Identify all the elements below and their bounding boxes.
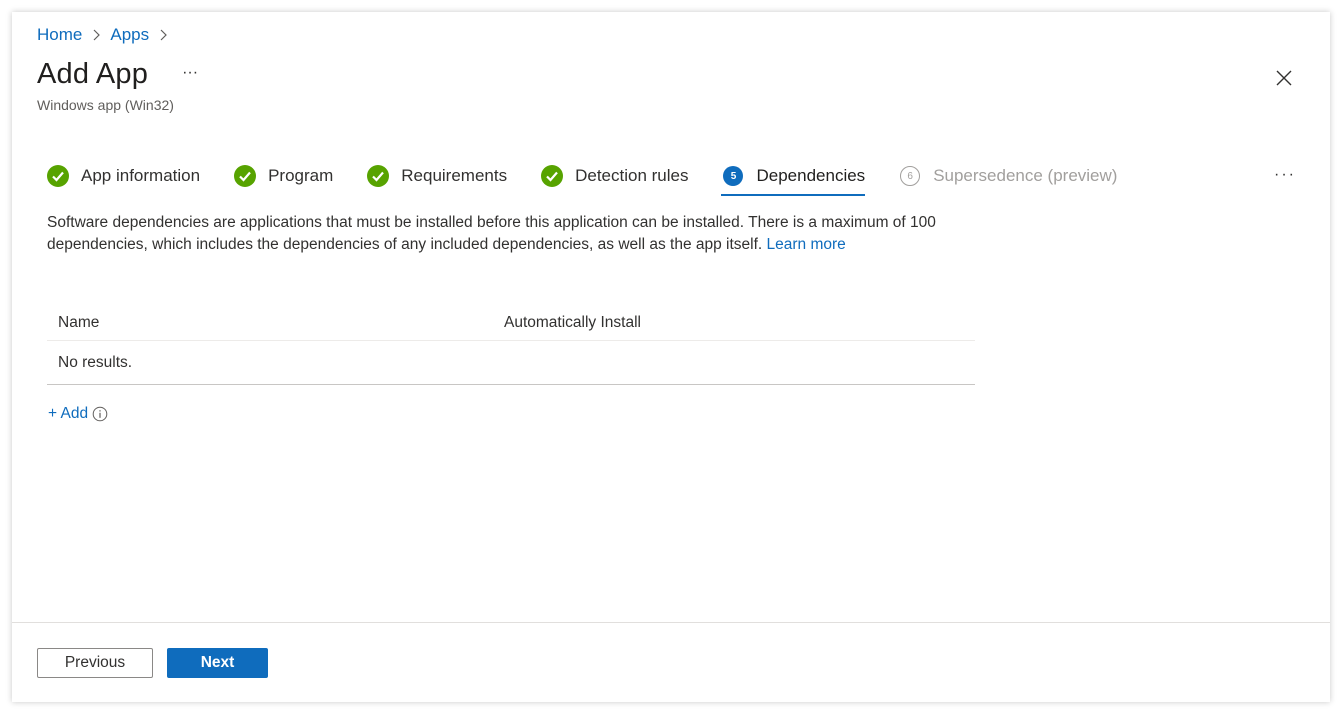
step-label: Supersedence (preview): [933, 166, 1118, 185]
step-label: Detection rules: [575, 166, 689, 185]
title-row: Add App ···: [37, 58, 198, 91]
steps-more-button[interactable]: ···: [1274, 166, 1296, 184]
step-label: App information: [81, 166, 201, 185]
learn-more-link[interactable]: Learn more: [767, 236, 846, 253]
wizard-steps: App information Program Requirements Det…: [47, 160, 1151, 198]
tab-app-information[interactable]: App information: [47, 160, 200, 192]
step-number-badge: 5: [723, 166, 744, 186]
dependencies-table: Name Automatically Install No results.: [47, 306, 975, 385]
add-app-panel: Home Apps Add App ··· Windows app (Win32…: [12, 12, 1330, 702]
step-number-icon: 5: [722, 165, 744, 187]
tab-dependencies[interactable]: 5 Dependencies: [721, 160, 866, 196]
tab-program[interactable]: Program: [234, 160, 333, 192]
column-header-automatically-install[interactable]: Automatically Install: [504, 314, 975, 332]
more-options-button[interactable]: ···: [182, 64, 198, 82]
step-label: Dependencies: [756, 166, 866, 185]
table-header: Name Automatically Install: [47, 306, 975, 341]
breadcrumb: Home Apps: [37, 25, 177, 45]
tab-requirements[interactable]: Requirements: [367, 160, 507, 192]
next-button[interactable]: Next: [167, 648, 268, 678]
close-button[interactable]: [1274, 68, 1294, 88]
add-label: + Add: [48, 405, 89, 422]
wizard-footer: Previous Next: [12, 622, 1330, 703]
checkmark-circle-icon: [367, 165, 390, 187]
info-icon[interactable]: [92, 406, 108, 422]
page-title: Add App: [37, 58, 149, 90]
column-header-name[interactable]: Name: [47, 314, 504, 332]
previous-button[interactable]: Previous: [37, 648, 153, 678]
step-number-badge: 6: [900, 166, 921, 186]
chevron-right-icon: [91, 28, 101, 42]
step-label: Program: [268, 166, 334, 185]
breadcrumb-apps[interactable]: Apps: [110, 25, 149, 45]
checkmark-circle-icon: [47, 165, 69, 187]
breadcrumb-home[interactable]: Home: [37, 25, 82, 45]
page-subtitle: Windows app (Win32): [37, 97, 174, 113]
tab-detection-rules[interactable]: Detection rules: [541, 160, 688, 192]
add-dependency-button[interactable]: + Add: [48, 405, 108, 423]
checkmark-circle-icon: [541, 165, 564, 187]
checkmark-circle-icon: [234, 165, 257, 187]
chevron-right-icon: [158, 28, 168, 42]
table-empty-row: No results.: [47, 341, 975, 385]
tab-supersedence[interactable]: 6 Supersedence (preview): [899, 160, 1117, 192]
close-icon: [1276, 70, 1292, 86]
step-label: Requirements: [401, 166, 508, 185]
step-number-icon: 6: [899, 165, 921, 187]
dependencies-description: Software dependencies are applications t…: [47, 212, 987, 256]
